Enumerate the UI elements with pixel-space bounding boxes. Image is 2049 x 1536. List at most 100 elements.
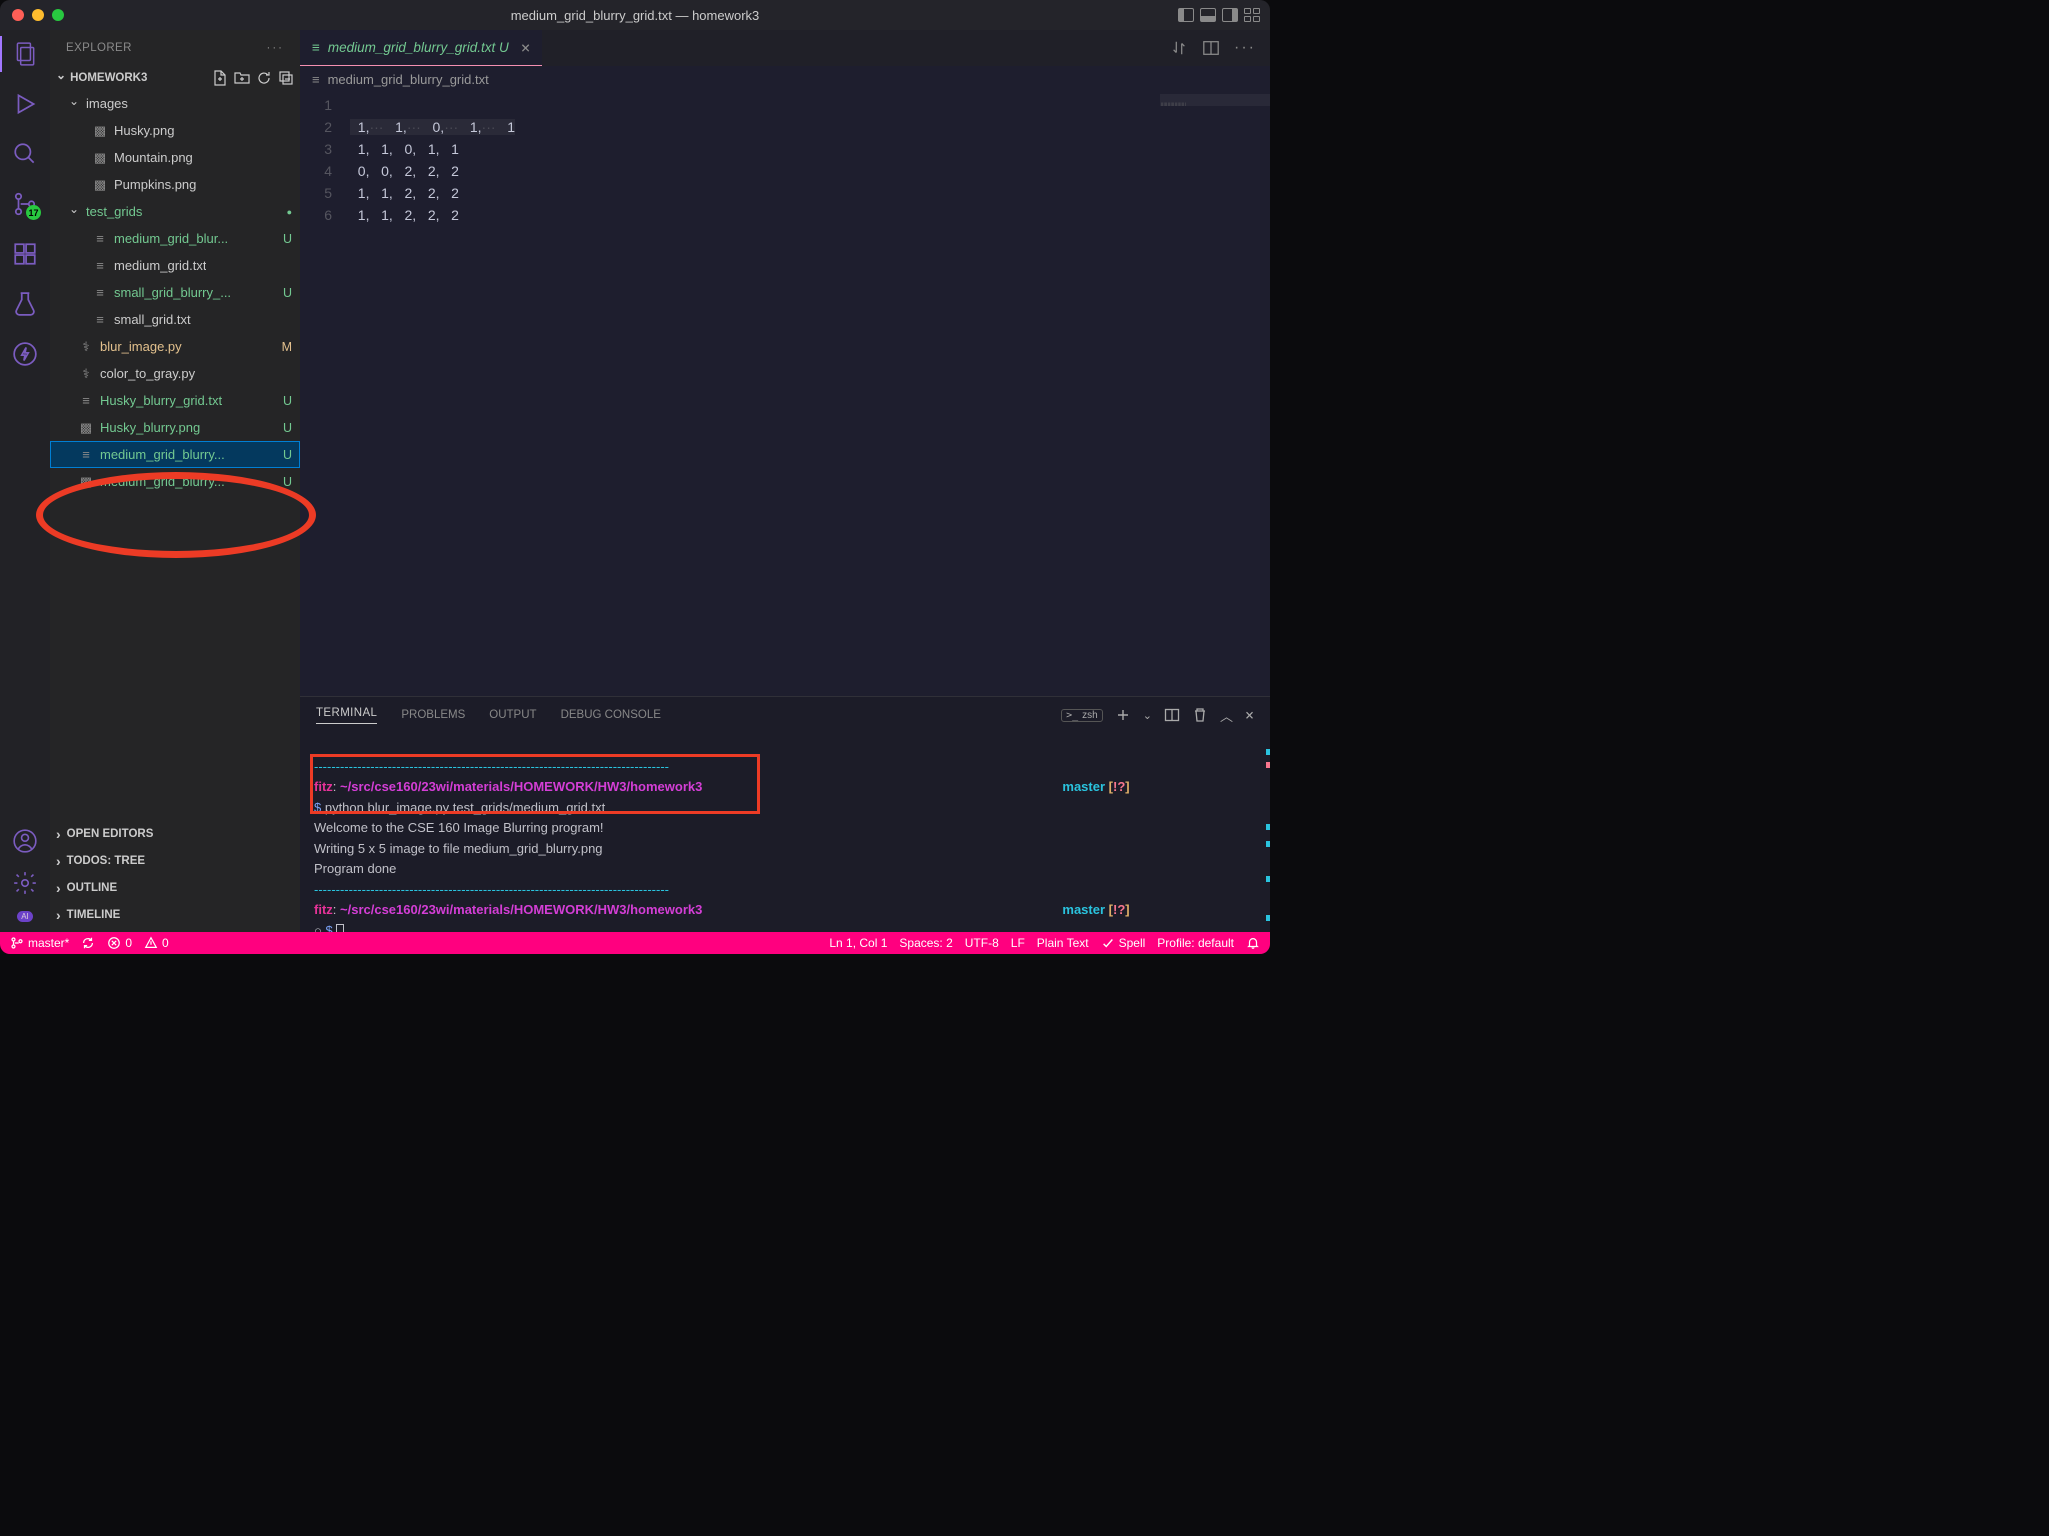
close-tab-icon[interactable]: ×	[521, 38, 531, 57]
file-label: Husky.png	[114, 123, 174, 138]
editor-body[interactable]: 123456 1,··· 1,··· 0,··· 1,··· 1 1, 1, 0…	[300, 92, 1270, 696]
minimize-window-icon[interactable]	[32, 9, 44, 21]
status-spaces[interactable]: Spaces: 2	[899, 936, 952, 950]
python-file-icon: ⚕	[78, 339, 94, 355]
file-item[interactable]: ▩Pumpkins.png	[50, 171, 300, 198]
tab-more-icon[interactable]: ···	[1234, 39, 1256, 57]
status-spell[interactable]: Spell	[1101, 936, 1146, 950]
search-icon[interactable]	[11, 140, 39, 168]
folder-images[interactable]: images	[50, 90, 300, 117]
code-content[interactable]: 1,··· 1,··· 0,··· 1,··· 1 1, 1, 0, 1, 1 …	[350, 92, 1270, 696]
file-item[interactable]: ≡Husky_blurry_grid.txtU	[50, 387, 300, 414]
folder-test-grids[interactable]: test_grids	[50, 198, 300, 225]
panel-maximize-icon[interactable]: ︿	[1220, 706, 1233, 725]
text-file-icon: ≡	[312, 40, 320, 55]
status-encoding[interactable]: UTF-8	[965, 936, 999, 950]
breadcrumb[interactable]: ≡ medium_grid_blurry_grid.txt	[300, 66, 1270, 92]
status-branch[interactable]: master*	[10, 936, 69, 950]
zoom-window-icon[interactable]	[52, 9, 64, 21]
panel-tab-problems[interactable]: PROBLEMS	[401, 709, 465, 721]
file-item[interactable]: ≡small_grid_blurry_...U	[50, 279, 300, 306]
explorer-title: EXPLORER	[66, 42, 132, 54]
file-label: Husky_blurry_grid.txt	[100, 393, 222, 408]
status-sync[interactable]	[81, 936, 95, 950]
thunder-icon[interactable]	[11, 340, 39, 368]
explorer-icon[interactable]	[11, 40, 39, 68]
git-status: U	[283, 475, 292, 489]
collapse-all-icon[interactable]	[278, 70, 294, 86]
editor-tab-active[interactable]: ≡ medium_grid_blurry_grid.txt U ×	[300, 30, 542, 66]
file-item-selected[interactable]: ≡medium_grid_blurry...U	[50, 441, 300, 468]
file-label: small_grid.txt	[114, 312, 191, 327]
new-terminal-icon[interactable]	[1115, 707, 1131, 723]
chevron-down-icon	[68, 97, 80, 111]
testing-icon[interactable]	[11, 290, 39, 318]
terminal-panel: TERMINAL PROBLEMS OUTPUT DEBUG CONSOLE >…	[300, 696, 1270, 932]
file-item[interactable]: ≡medium_grid_blur...U	[50, 225, 300, 252]
file-label: medium_grid_blur...	[114, 231, 228, 246]
layout-sidebar-right-icon[interactable]	[1222, 8, 1238, 22]
accounts-icon[interactable]	[11, 827, 39, 855]
trash-icon[interactable]	[1192, 707, 1208, 723]
text-file-icon: ≡	[78, 447, 94, 462]
section-label: TIMELINE	[67, 909, 121, 921]
section-open-editors[interactable]: OPEN EDITORS	[56, 820, 294, 847]
explorer-section-header[interactable]: HOMEWORK3	[50, 66, 300, 90]
chevron-right-icon	[56, 880, 61, 896]
tab-label: medium_grid_blurry_grid.txt U	[328, 40, 509, 55]
panel-tab-output[interactable]: OUTPUT	[489, 709, 536, 721]
explorer-more-icon[interactable]: ···	[267, 42, 285, 54]
ai-pill[interactable]: AI	[17, 911, 33, 922]
status-errors[interactable]: 0	[107, 936, 132, 950]
section-todos-tree[interactable]: TODOS: TREE	[56, 847, 294, 874]
panel-close-icon[interactable]: ×	[1245, 706, 1254, 724]
split-editor-icon[interactable]	[1202, 39, 1220, 57]
compare-changes-icon[interactable]	[1170, 39, 1188, 57]
file-item[interactable]: ≡small_grid.txt	[50, 306, 300, 333]
new-file-icon[interactable]	[212, 70, 228, 86]
titlebar: medium_grid_blurry_grid.txt — homework3	[0, 0, 1270, 30]
file-item[interactable]: ▩medium_grid_blurry...U	[50, 468, 300, 495]
file-item[interactable]: ≡medium_grid.txt	[50, 252, 300, 279]
minimap[interactable]: ||||||||||||||||||	[1160, 94, 1270, 106]
file-item[interactable]: ▩Mountain.png	[50, 144, 300, 171]
settings-gear-icon[interactable]	[11, 869, 39, 897]
refresh-icon[interactable]	[256, 70, 272, 86]
layout-grid-icon[interactable]	[1244, 8, 1260, 22]
file-item[interactable]: ▩Husky.png	[50, 117, 300, 144]
split-terminal-icon[interactable]	[1164, 707, 1180, 723]
collapsed-sections: OPEN EDITORS TODOS: TREE OUTLINE TIMELIN…	[50, 816, 300, 932]
status-cursor-pos[interactable]: Ln 1, Col 1	[829, 936, 887, 950]
file-item[interactable]: ▩Husky_blurry.pngU	[50, 414, 300, 441]
status-bell-icon[interactable]	[1246, 936, 1260, 950]
status-eol[interactable]: LF	[1011, 936, 1025, 950]
file-label: blur_image.py	[100, 339, 182, 354]
terminal-shell-select[interactable]: >_zsh	[1061, 709, 1103, 722]
source-control-icon[interactable]: 17	[11, 190, 39, 218]
extensions-icon[interactable]	[11, 240, 39, 268]
panel-tab-terminal[interactable]: TERMINAL	[316, 707, 377, 724]
new-folder-icon[interactable]	[234, 70, 250, 86]
file-item[interactable]: ⚕color_to_gray.py	[50, 360, 300, 387]
section-outline[interactable]: OUTLINE	[56, 874, 294, 901]
image-file-icon: ▩	[78, 420, 94, 436]
layout-panel-bottom-icon[interactable]	[1200, 8, 1216, 22]
panel-tab-debug[interactable]: DEBUG CONSOLE	[561, 709, 661, 721]
run-debug-icon[interactable]	[11, 90, 39, 118]
layout-sidebar-left-icon[interactable]	[1178, 8, 1194, 22]
terminal-output[interactable]: ----------------------------------------…	[300, 733, 1270, 932]
status-warnings[interactable]: 0	[144, 936, 169, 950]
status-language[interactable]: Plain Text	[1037, 936, 1089, 950]
chevron-down-icon	[56, 71, 66, 85]
editor-region: ≡ medium_grid_blurry_grid.txt U × ··· ≡ …	[300, 30, 1270, 932]
workspace-name: HOMEWORK3	[70, 72, 147, 84]
close-window-icon[interactable]	[12, 9, 24, 21]
terminal-split-chevron-icon[interactable]: ⌄	[1143, 709, 1152, 722]
section-timeline[interactable]: TIMELINE	[56, 901, 294, 928]
file-item[interactable]: ⚕blur_image.pyM	[50, 333, 300, 360]
status-profile[interactable]: Profile: default	[1157, 936, 1234, 950]
chevron-right-icon	[56, 907, 61, 923]
git-status: U	[283, 232, 292, 246]
status-bar: master* 0 0 Ln 1, Col 1 Spaces: 2 UTF-8 …	[0, 932, 1270, 954]
window-controls[interactable]	[12, 9, 64, 21]
